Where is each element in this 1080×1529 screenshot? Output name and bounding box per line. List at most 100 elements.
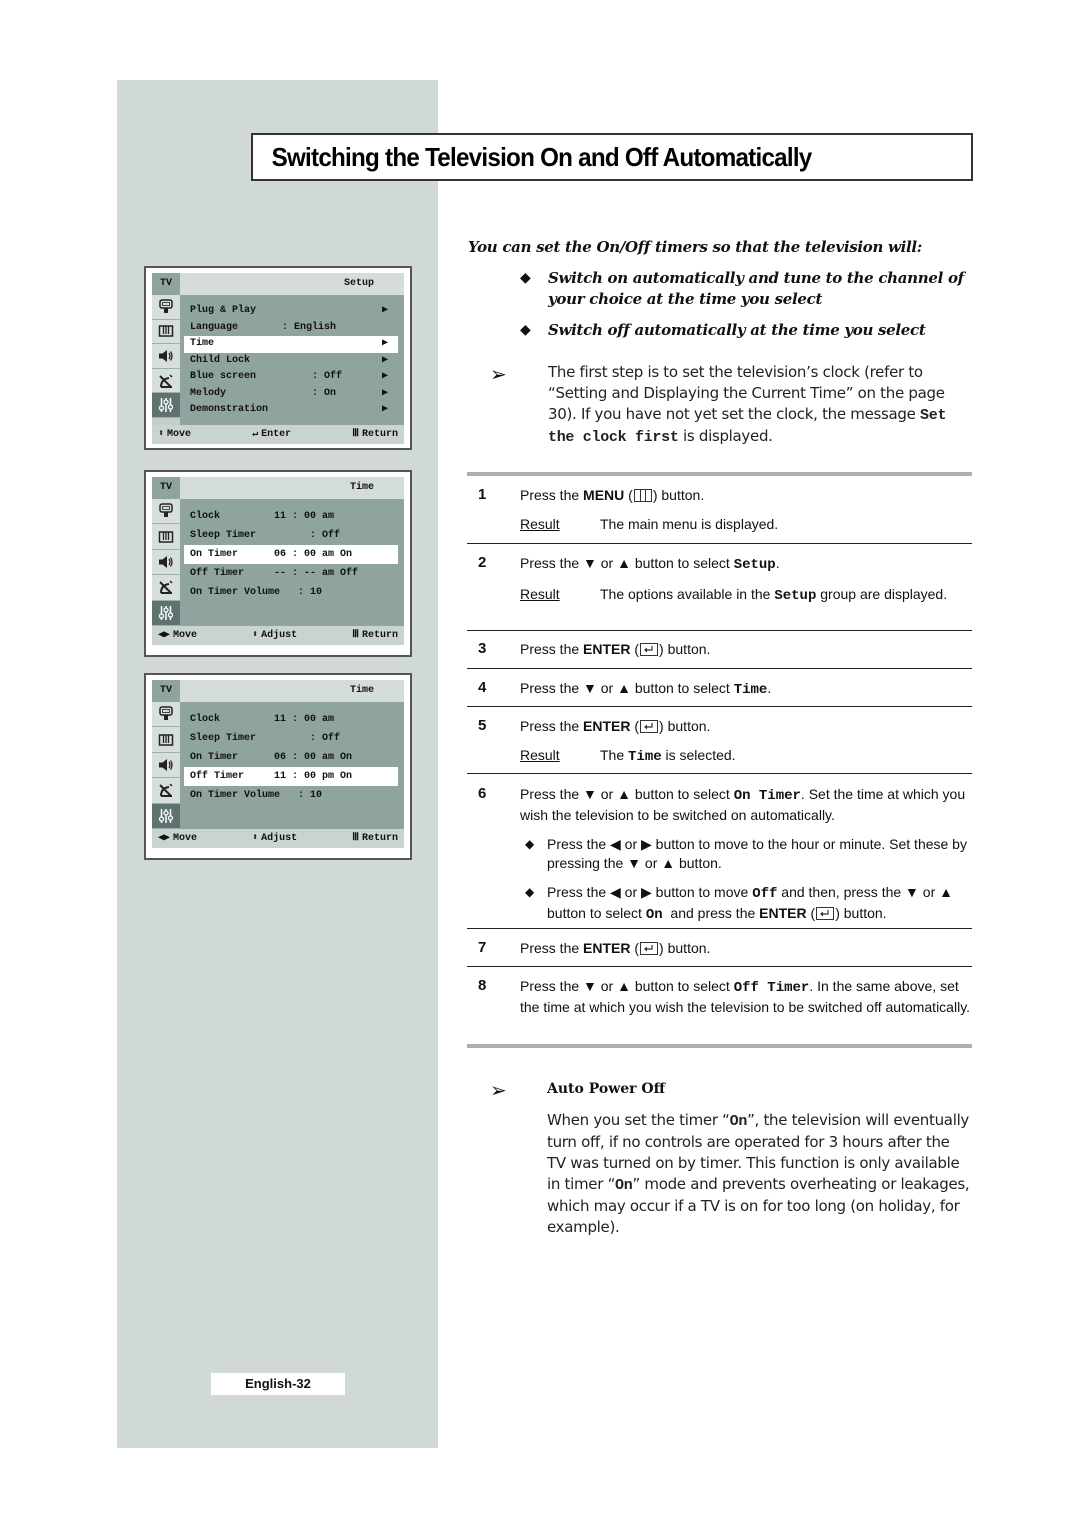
apo-text-part: When you set the timer “ (547, 1111, 730, 1129)
osd-footer-enter: ↵ Enter (252, 425, 291, 444)
channel-icon[interactable] (152, 778, 180, 804)
osd-menu-item[interactable]: Off Timer -- : -- am Off (184, 564, 398, 583)
plug-icon[interactable] (152, 295, 180, 320)
sound-icon[interactable] (152, 549, 180, 576)
osd-footer-label: Enter (261, 428, 292, 440)
step-5: 5 Press the ENTER () button. Result The T… (467, 717, 972, 767)
sound-icon[interactable] (152, 752, 180, 779)
bullet-text: Switch off automatically at the time you… (548, 321, 926, 339)
setup-icon[interactable] (152, 393, 180, 418)
osd-item-label: Demonstration (190, 404, 269, 415)
plug-icon[interactable] (152, 499, 180, 525)
step-key-name: MENU (583, 487, 625, 503)
osd-menu-item[interactable]: Clock 11 : 00 am (184, 710, 398, 729)
diamond-bullet-icon: ◆ (520, 270, 531, 286)
osd-time-menu-on-timer: TV Time Clock 11 : 00 am Sleep Timer : Of… (144, 470, 412, 657)
osd-item-value: : Off (274, 530, 341, 541)
note-text: The first step is to set the television’… (548, 362, 950, 448)
osd-setup-menu: TV Setup Plug & Play ▶ Language: English … (144, 266, 412, 450)
enter-key-icon (816, 907, 835, 920)
step-divider (467, 668, 972, 669)
osd-menu-item[interactable]: Sleep Timer : Off (184, 729, 398, 748)
intro-section: You can set the On/Off timers so that th… (468, 238, 978, 341)
step-text-part: button. (663, 718, 711, 734)
step-number: 8 (478, 977, 487, 994)
osd-footer-move: ◀▶ Move (158, 829, 197, 848)
step-3: 3 Press the ENTER () button. (467, 640, 972, 659)
note-text-part: is displayed. (678, 427, 773, 445)
plug-icon[interactable] (152, 702, 180, 728)
step-code: Setup (733, 557, 776, 573)
step-divider (467, 543, 972, 544)
osd-item-value: : Off (274, 733, 341, 744)
osd-menu-item-selected[interactable]: Off Timer 11 : 00 pm On (184, 767, 398, 786)
setup-icon[interactable] (152, 803, 180, 829)
step-text-part: Press the ▼ or ▲ button to select (520, 555, 734, 571)
step-code: Time (733, 682, 768, 698)
section-divider (467, 472, 972, 476)
osd-icon-column (152, 702, 180, 829)
osd-item-label: On Timer (190, 752, 239, 763)
result-text-part: The options available in the (600, 586, 775, 602)
channel-icon[interactable] (152, 368, 180, 394)
sound-icon[interactable] (152, 344, 180, 369)
updown-icon: ⬍ (252, 832, 259, 844)
osd-menu-item-selected[interactable]: On Timer 06 : 00 am On (184, 545, 398, 564)
osd-menu-item[interactable]: Child Lock ▶ (184, 353, 398, 370)
step-text-part: button. (657, 487, 705, 503)
osd-menu-item[interactable]: Language: English (184, 320, 398, 337)
osd-menu-item[interactable]: On Timer Volume : 10 (184, 786, 398, 805)
page-title: Switching the Television On and Off Auto… (271, 142, 813, 172)
picture-icon[interactable] (152, 727, 180, 753)
channel-icon[interactable] (152, 575, 180, 601)
osd-item-label: Blue screen (190, 371, 257, 382)
osd-item-label: On Timer (190, 549, 239, 560)
sub-bullet-code: On (645, 907, 663, 923)
step-text-part: . (775, 555, 780, 571)
enter-key-icon (640, 720, 659, 733)
osd-menu-item[interactable]: On Timer 06 : 00 am On (184, 748, 398, 767)
step-divider (467, 966, 972, 967)
osd-menu-item[interactable]: Blue screen : Off ▶ (184, 369, 398, 386)
picture-icon[interactable] (152, 524, 180, 550)
note-text-part: The first step is to set the television’… (548, 363, 945, 423)
step-number: 3 (478, 640, 487, 657)
osd-item-value: : Off (282, 371, 343, 382)
osd-menu-item[interactable]: Demonstration ▶ (184, 402, 398, 419)
osd-heading: Time (180, 477, 404, 499)
osd-item-value: -- : -- am Off (274, 568, 359, 579)
osd-menu-item[interactable]: Sleep Timer : Off (184, 526, 398, 545)
osd-footer: ⬍ Move ↵ Enter Ⅲ Return (152, 424, 404, 444)
osd-item-label: Off Timer (190, 771, 245, 782)
intro-lead: You can set the On/Off timers so that th… (468, 238, 923, 256)
picture-icon[interactable] (152, 319, 180, 345)
osd-footer-label: Move (173, 832, 198, 844)
osd-footer-move: ⬍ Move (158, 425, 191, 444)
step-number: 2 (478, 554, 487, 571)
arrow-right-icon: ▶ (381, 387, 388, 399)
auto-power-off-heading: Auto Power Off (547, 1081, 666, 1097)
step-result: Result The options available in the Setup… (520, 585, 972, 606)
osd-menu-item[interactable]: Melody : On ▶ (184, 386, 398, 403)
step-text: Press the ENTER () button. (520, 641, 711, 657)
osd-footer-label: Adjust (261, 832, 298, 844)
osd-footer: ◀▶ Move ⬍ Adjust Ⅲ Return (152, 625, 404, 645)
osd-item-value: 11 : 00 am (274, 714, 335, 725)
step-key-name: ENTER (583, 718, 631, 734)
osd-menu-list: Plug & Play ▶ Language: English Time ▶ Chi… (180, 295, 404, 425)
updown-icon: ⬍ (158, 428, 165, 440)
osd-menu-item[interactable]: Plug & Play ▶ (184, 303, 398, 320)
osd-menu-list: Clock 11 : 00 am Sleep Timer : Off On Tim… (180, 499, 404, 626)
step-text-part: Press the ▼ or ▲ button to select (520, 978, 734, 994)
step-text-part: Press the (520, 487, 584, 503)
osd-item-value: 11 : 00 pm On (274, 771, 353, 782)
osd-menu-item[interactable]: On Timer Volume : 10 (184, 583, 398, 602)
step-text: Press the ▼ or ▲ button to select On Tim… (520, 785, 972, 825)
osd-menu-item-selected[interactable]: Time ▶ (184, 336, 398, 353)
arrow-pointer-icon: ➢ (490, 364, 507, 386)
setup-icon[interactable] (152, 600, 180, 626)
osd-item-label: Language (190, 321, 239, 333)
osd-heading: Setup (180, 273, 404, 295)
osd-menu-item[interactable]: Clock 11 : 00 am (184, 507, 398, 526)
step-key-name: ENTER (583, 940, 631, 956)
